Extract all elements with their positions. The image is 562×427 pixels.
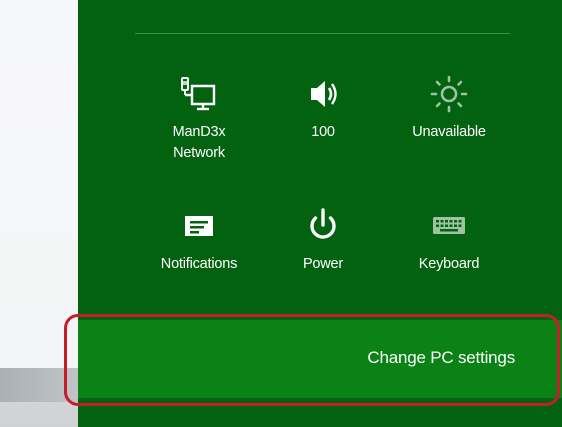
brightness-tile: Unavailable xyxy=(394,74,504,143)
keyboard-label: Keyboard xyxy=(418,256,480,272)
keyboard-icon xyxy=(394,206,504,246)
power-tile[interactable]: Power xyxy=(268,206,378,275)
volume-label: 100 xyxy=(311,124,335,140)
power-label: Power xyxy=(302,256,344,272)
power-icon xyxy=(268,206,378,246)
volume-tile[interactable]: 100 xyxy=(268,74,378,143)
brightness-icon xyxy=(394,74,504,114)
network-label-line2: Network xyxy=(173,145,225,161)
change-pc-settings-label: Change PC settings xyxy=(367,348,515,367)
speaker-icon xyxy=(268,74,378,114)
network-label-line1: ManD3x xyxy=(172,124,226,140)
desktop-background xyxy=(0,0,78,427)
network-tile[interactable]: ManD3x Network xyxy=(144,74,254,164)
notifications-tile[interactable]: Notifications xyxy=(144,206,254,275)
notifications-label: Notifications xyxy=(160,256,238,272)
network-icon xyxy=(144,74,254,114)
change-pc-settings-button[interactable]: Change PC settings xyxy=(78,320,562,398)
panel-divider xyxy=(135,33,510,34)
brightness-label: Unavailable xyxy=(412,124,486,140)
notifications-icon xyxy=(144,206,254,246)
keyboard-tile[interactable]: Keyboard xyxy=(394,206,504,275)
